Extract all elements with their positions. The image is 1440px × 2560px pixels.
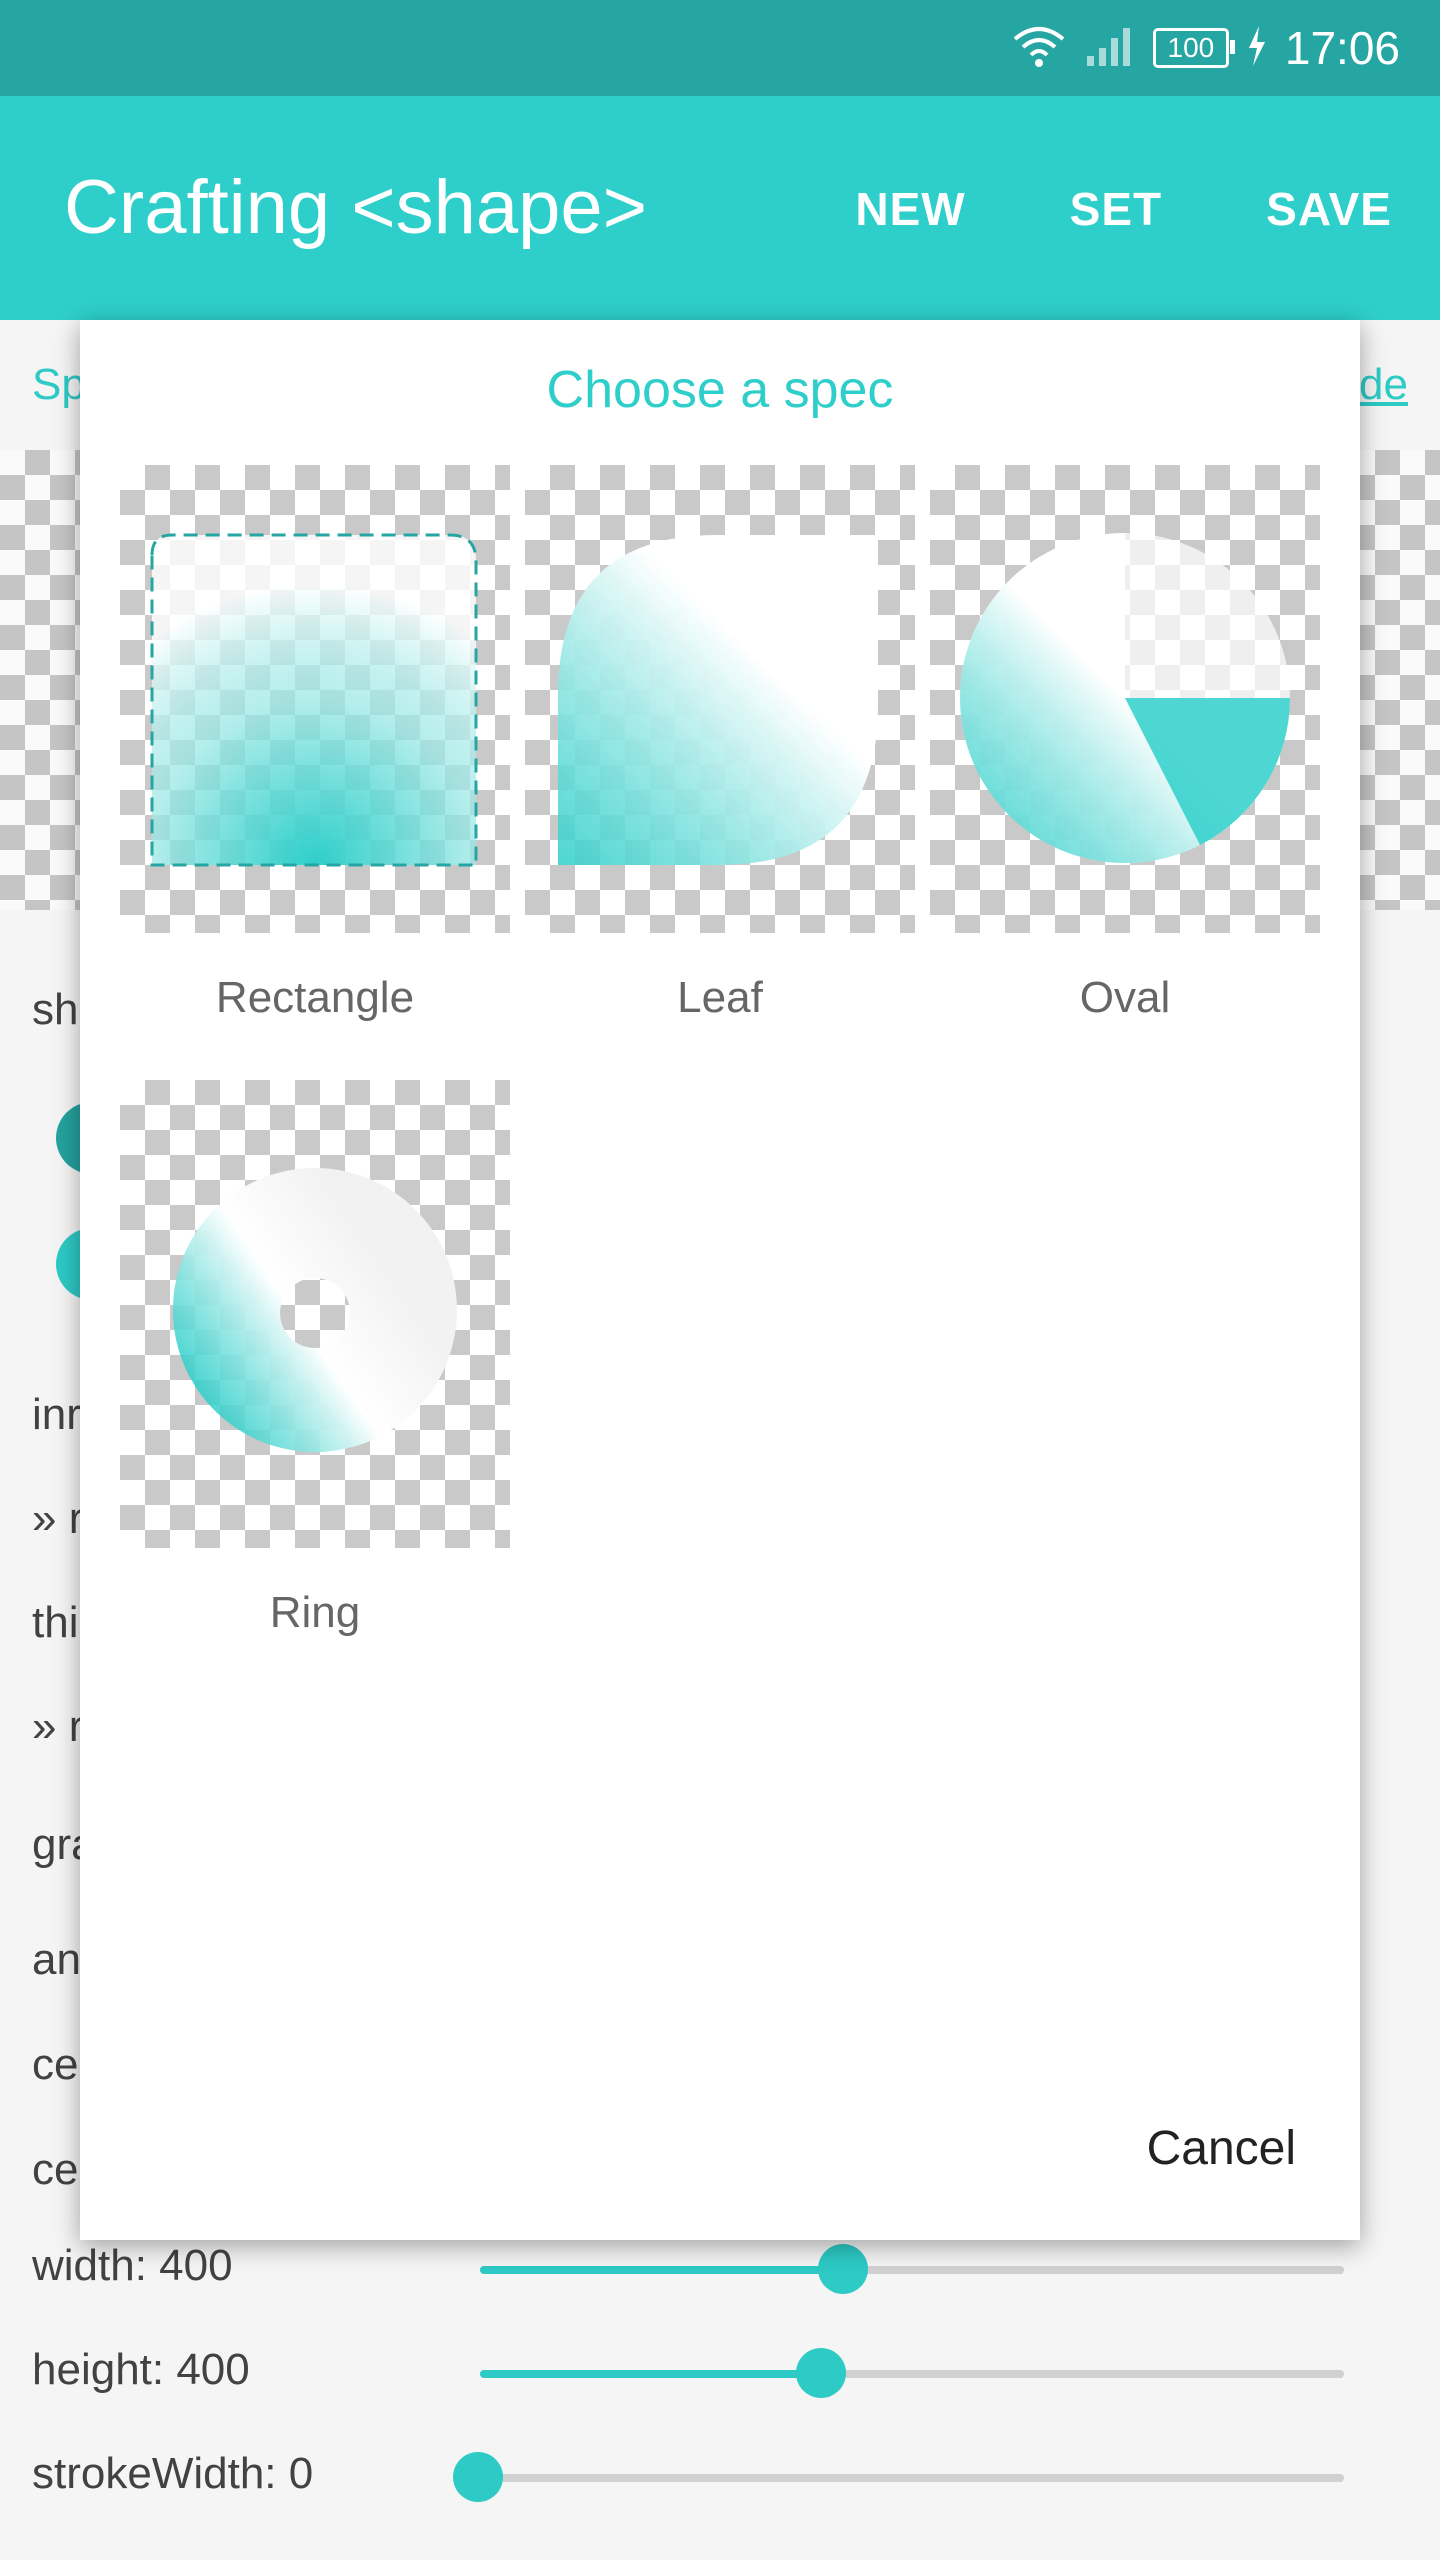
- status-bar: 100 17:06: [0, 0, 1440, 96]
- battery-icon: 100: [1152, 28, 1235, 68]
- status-time: 17:06: [1284, 22, 1400, 74]
- wifi-icon: [1011, 21, 1067, 76]
- rectangle-label: Rectangle: [215, 973, 415, 1022]
- rectangle-preview: [120, 465, 510, 933]
- ring-label: Ring: [269, 1588, 361, 1637]
- app-bar-actions: NEW SET SAVE: [855, 182, 1392, 236]
- oval-shape-icon: [960, 533, 1290, 863]
- leaf-shape-icon: [558, 535, 878, 865]
- leaf-label: Leaf: [677, 973, 763, 1022]
- new-button[interactable]: NEW: [855, 182, 965, 236]
- spec-option-oval[interactable]: Oval: [930, 465, 1320, 1023]
- choose-spec-dialog: Choose a spec Rectangle Leaf Oval Ring C…: [80, 320, 1360, 2240]
- app-bar: Crafting <shape> NEW SET SAVE: [0, 96, 1440, 320]
- leaf-preview: [525, 465, 915, 933]
- cancel-button[interactable]: Cancel: [1147, 2121, 1296, 2176]
- rectangle-shape-icon: [150, 533, 478, 867]
- save-button[interactable]: SAVE: [1266, 182, 1392, 236]
- charging-icon: [1247, 25, 1267, 71]
- signal-icon: [1085, 24, 1135, 73]
- oval-preview: [930, 465, 1320, 933]
- page-title: Crafting <shape>: [64, 165, 648, 250]
- dialog-title: Choose a spec: [546, 361, 894, 419]
- set-button[interactable]: SET: [1070, 182, 1162, 236]
- oval-label: Oval: [1079, 973, 1171, 1022]
- spec-option-leaf[interactable]: Leaf: [525, 465, 915, 1023]
- ring-preview: [120, 1080, 510, 1548]
- ring-shape-icon: [172, 1168, 457, 1452]
- spec-option-ring[interactable]: Ring: [120, 1080, 510, 1638]
- spec-option-rectangle[interactable]: Rectangle: [120, 465, 510, 1023]
